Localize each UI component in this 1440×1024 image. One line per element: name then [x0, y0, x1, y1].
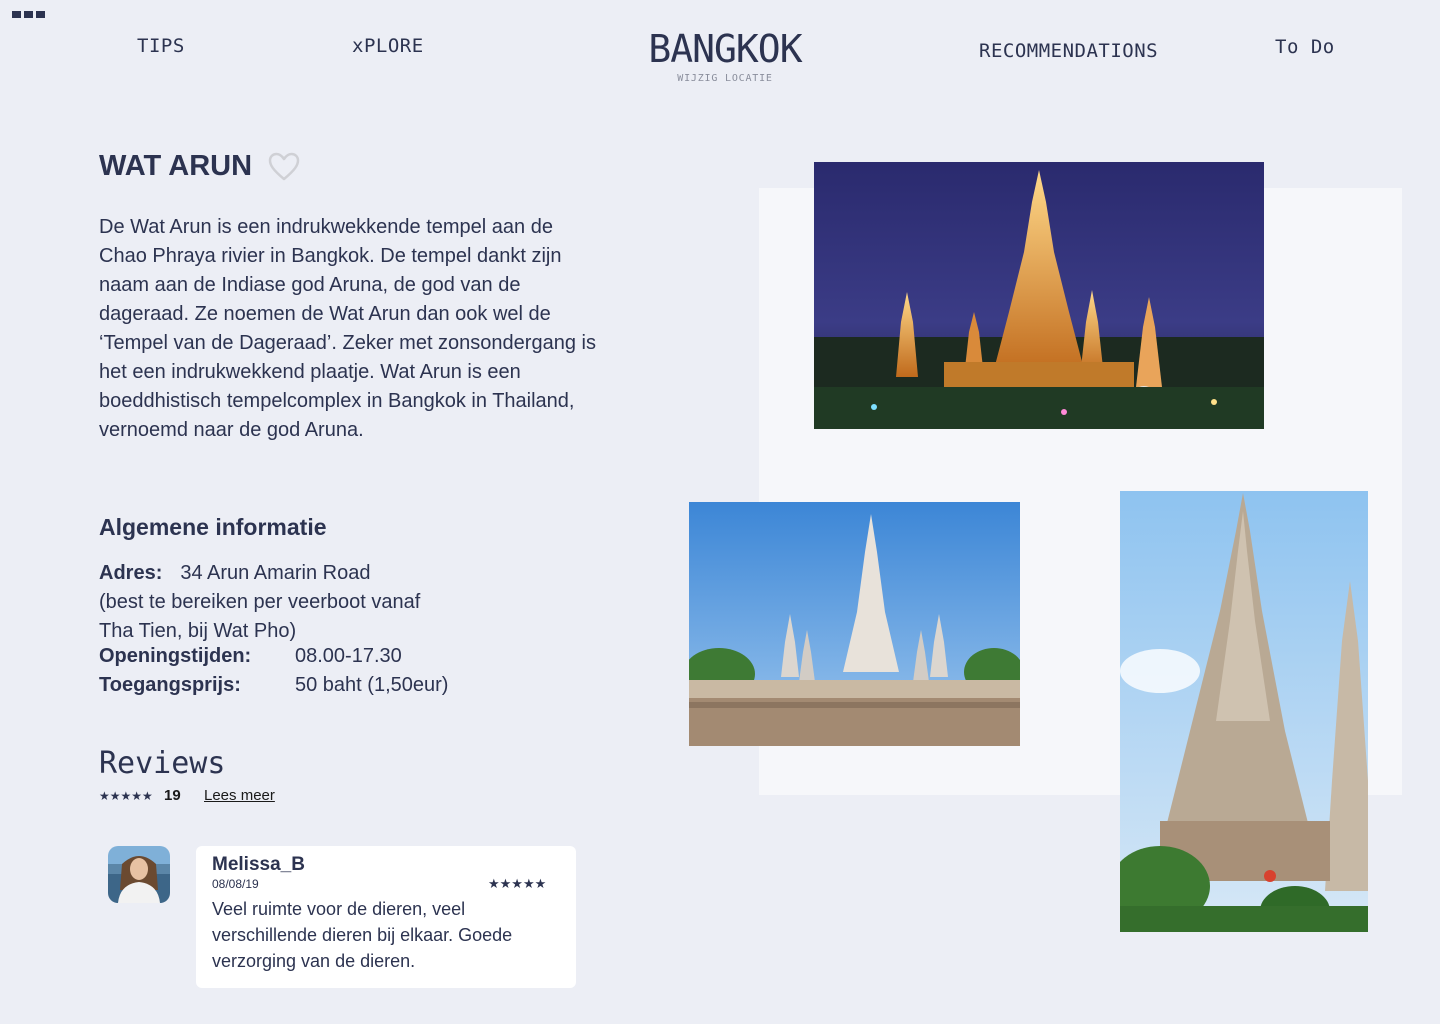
- reviewer-name[interactable]: Melissa_B: [212, 854, 305, 876]
- review-card: Melissa_B 08/08/19 ★★★★★ Veel ruimte voo…: [196, 846, 576, 988]
- attraction-description: De Wat Arun is een indrukwekkende tempel…: [99, 216, 596, 441]
- temple-night-photo[interactable]: [814, 162, 1264, 429]
- general-info-heading: Algemene informatie: [99, 514, 327, 540]
- review-stars: ★★★★★: [488, 876, 547, 891]
- review-date: 08/08/19: [212, 877, 259, 891]
- price-row: Toegangsprijs: 50 baht (1,50eur): [99, 674, 448, 697]
- address-row: Adres: 34 Arun Amarin Road: [99, 562, 370, 585]
- temple-closeup-photo[interactable]: [1120, 491, 1368, 932]
- reviews-heading: Reviews: [99, 746, 226, 781]
- review-text: Veel ruimte voor de dieren, veel verschi…: [212, 899, 513, 971]
- city-title[interactable]: BANGKOK: [600, 27, 850, 71]
- nav-tips[interactable]: TIPS: [137, 35, 185, 57]
- price-value: 50 baht (1,50eur): [295, 674, 449, 696]
- nav-explore[interactable]: xPLORE: [352, 35, 424, 57]
- nav-todo[interactable]: To Do: [1275, 36, 1335, 58]
- price-label: Toegangsprijs:: [99, 674, 241, 696]
- page-title: WAT ARUN: [99, 150, 253, 182]
- heart-icon[interactable]: [267, 150, 301, 184]
- nav-recommendations[interactable]: RECOMMENDATIONS: [979, 40, 1158, 62]
- address-note-line-2: Tha Tien, bij Wat Pho): [99, 620, 297, 642]
- menu-icon[interactable]: [12, 11, 46, 19]
- rating-stars: ★★★★★: [99, 789, 153, 803]
- read-more-link[interactable]: Lees meer: [204, 787, 275, 804]
- opening-hours-value: 08.00-17.30: [295, 645, 402, 667]
- opening-hours-row: Openingstijden: 08.00-17.30: [99, 645, 402, 668]
- temple-day-photo[interactable]: [689, 502, 1020, 746]
- address-note-line-1: (best te bereiken per veerboot vanaf: [99, 591, 421, 613]
- avatar[interactable]: [108, 846, 170, 903]
- review-count: 19: [164, 787, 181, 804]
- address-label: Adres:: [99, 562, 163, 584]
- change-location-link[interactable]: WIJZIG LOCATIE: [600, 73, 850, 84]
- opening-hours-label: Openingstijden:: [99, 645, 252, 667]
- address-value: 34 Arun Amarin Road: [180, 562, 371, 584]
